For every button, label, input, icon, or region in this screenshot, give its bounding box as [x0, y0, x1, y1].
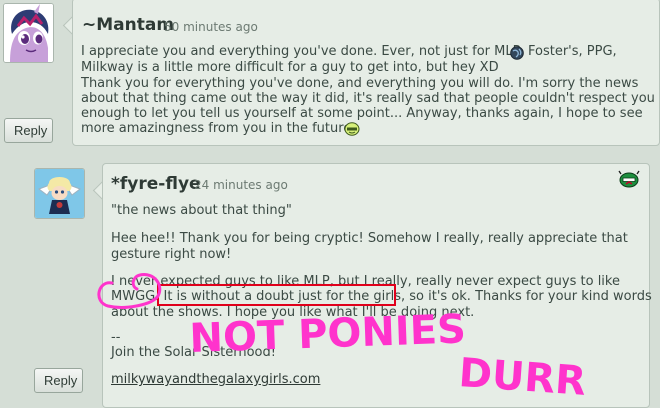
comment-text-line: about that thing came out the way it did…: [81, 91, 655, 106]
comment-fyre-flye: *fyre-flye 24 minutes ago "the news abou…: [102, 163, 652, 408]
signature-link[interactable]: milkywayandthegalaxygirls.com: [111, 372, 320, 387]
comment-timestamp[interactable]: 50 minutes ago: [164, 20, 258, 34]
comment-text-line: gesture right now!: [111, 247, 232, 262]
comment-username[interactable]: *fyre-flye: [111, 174, 201, 194]
comment-text-line: more amazingness from you in the future: [81, 121, 352, 136]
comment-text-line: Hee hee!! Thank you for being cryptic! S…: [111, 231, 628, 246]
reply-button-mantam[interactable]: Reply: [4, 118, 53, 143]
comment-text-line: Milkway is a little more difficult for a…: [81, 60, 499, 75]
globe-icon: [510, 45, 524, 64]
comment-text-line: I appreciate you and everything you've d…: [81, 44, 521, 59]
comment-text-line: Thank you for everything you've done, an…: [81, 76, 639, 91]
signature-dashes: --: [111, 330, 121, 345]
smiley-icon: [344, 121, 360, 140]
avatar-mantam[interactable]: [3, 3, 54, 63]
reply-button-fyre-flye[interactable]: Reply: [34, 368, 83, 393]
comment-mantam: ~Mantam 50 minutes ago I appreciate you …: [72, 0, 660, 146]
galaxy-girl-avatar-icon: [35, 169, 84, 218]
deviant-badge-icon: [618, 170, 640, 192]
avatar-fyre-flye[interactable]: [34, 168, 85, 219]
quote-text: "the news about that thing": [111, 203, 292, 218]
comment-text-line: I never expected guys to like MLP, but I…: [111, 274, 620, 289]
comment-timestamp[interactable]: 24 minutes ago: [194, 178, 288, 192]
comment-text-line: MWGG. It is without a doubt just for the…: [111, 289, 652, 304]
comment-text-line: Foster's, PPG,: [528, 44, 617, 59]
comment-username[interactable]: ~Mantam: [82, 15, 174, 35]
comment-text-line: about the shows. I hope you like what I'…: [111, 305, 475, 320]
pony-avatar-icon: [4, 4, 53, 62]
comment-text-line: enough to let you tell us yourself at so…: [81, 106, 643, 121]
signature-text: Join the Solar Sisterhood!: [111, 345, 276, 360]
